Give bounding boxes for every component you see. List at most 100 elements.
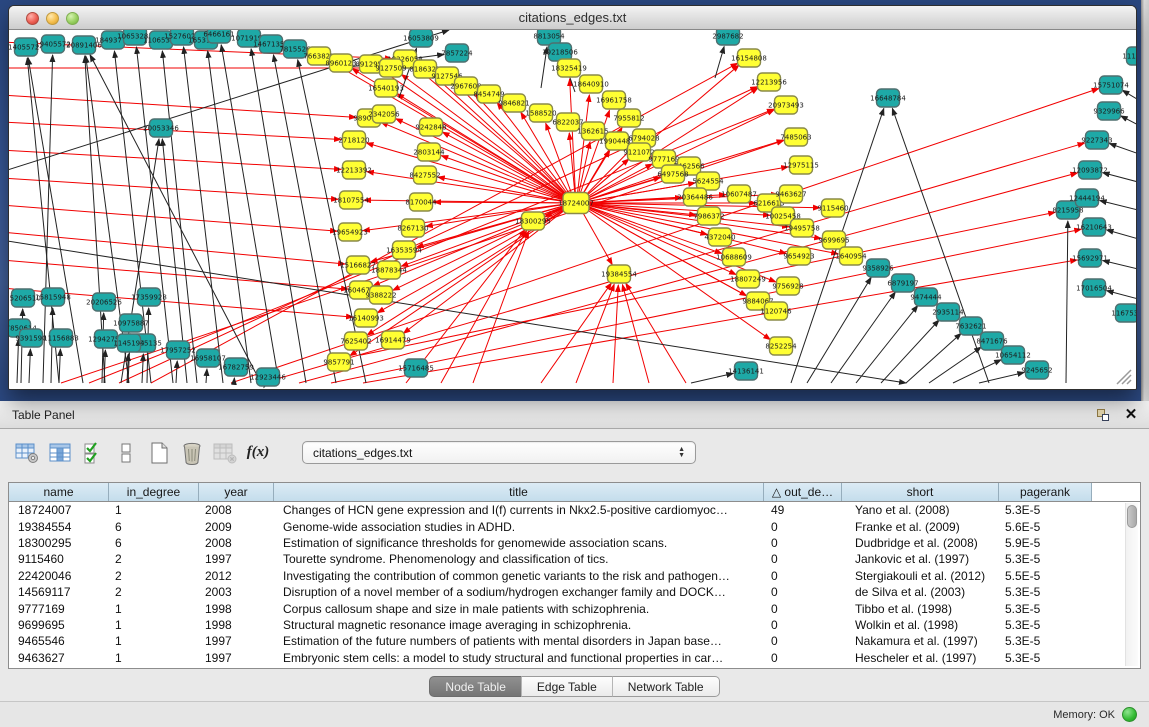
cell[interactable]: 2	[109, 585, 199, 599]
minimize-window-button[interactable]	[46, 12, 59, 25]
function-builder-button[interactable]: f(x)	[245, 440, 271, 466]
cell[interactable]: 0	[764, 618, 842, 632]
cell[interactable]: 2	[109, 552, 199, 566]
graph-edge[interactable]	[206, 369, 207, 383]
graph-edge[interactable]	[691, 373, 733, 383]
cell[interactable]: 9465546	[9, 634, 109, 648]
float-panel-button[interactable]	[1093, 406, 1113, 424]
graph-edge[interactable]	[613, 285, 618, 383]
cell[interactable]: 0	[764, 552, 842, 566]
cell[interactable]: Estimation of significance thresholds fo…	[274, 536, 764, 550]
table-mode-button[interactable]	[14, 440, 40, 466]
graph-edge[interactable]	[1109, 143, 1136, 155]
graph-edge[interactable]	[1100, 201, 1136, 211]
cell[interactable]: de Silva et al. (2003)	[842, 585, 999, 599]
graph-edge[interactable]	[331, 229, 1081, 383]
cell[interactable]: 5.6E-5	[999, 520, 1092, 534]
graph-edge[interactable]	[273, 55, 336, 383]
graph-edge[interactable]	[114, 51, 151, 383]
cell[interactable]: Jankovic et al. (1997)	[842, 552, 999, 566]
cell[interactable]: 9777169	[9, 602, 109, 616]
column-header-name[interactable]: name	[9, 483, 109, 501]
scrollbar-thumb[interactable]	[1127, 505, 1137, 528]
graph-edge[interactable]	[9, 205, 337, 231]
cell[interactable]: 2012	[199, 569, 274, 583]
cell[interactable]: 19384554	[9, 520, 109, 534]
cell[interactable]: Estimation of the future numbers of pati…	[274, 634, 764, 648]
table-row[interactable]: 2242004622012Investigating the contribut…	[9, 568, 1124, 584]
network-canvas[interactable]: 1405572419405572208914061849377010653287…	[9, 30, 1136, 389]
cell[interactable]: 6	[109, 520, 199, 534]
column-header-title[interactable]: title	[274, 483, 764, 501]
unselect-all-button[interactable]	[113, 440, 139, 466]
graph-edge[interactable]	[104, 350, 105, 383]
cell[interactable]: 1	[109, 634, 199, 648]
graph-edge[interactable]	[142, 354, 143, 383]
cell[interactable]: 1	[109, 602, 199, 616]
graph-edge[interactable]	[1066, 221, 1068, 383]
column-header-year[interactable]: year	[199, 483, 274, 501]
cell[interactable]: 18300295	[9, 536, 109, 550]
column-header-short[interactable]: short	[842, 483, 999, 501]
graph-edge[interactable]	[881, 320, 939, 383]
cell[interactable]: 5.3E-5	[999, 552, 1092, 566]
table-row[interactable]: 977716911998Corpus callosum shape and si…	[9, 600, 1124, 616]
table-row[interactable]: 1872400712008Changes of HCN gene express…	[9, 502, 1124, 518]
cell[interactable]: 1	[109, 618, 199, 632]
cell[interactable]: Stergiakouli et al. (2012)	[842, 569, 999, 583]
cell[interactable]: 2003	[199, 585, 274, 599]
cell[interactable]: Wolkin et al. (1998)	[842, 618, 999, 632]
cell[interactable]: 0	[764, 536, 842, 550]
cell[interactable]: 5.3E-5	[999, 503, 1092, 517]
graph-edge[interactable]	[831, 292, 895, 383]
column-header-in_degree[interactable]: in_degree	[109, 483, 199, 501]
cell[interactable]: Genome-wide association studies in ADHD.	[274, 520, 764, 534]
graph-edge[interactable]	[1121, 116, 1136, 127]
table-row[interactable]: 969969511998Structural magnetic resonanc…	[9, 617, 1124, 633]
graph-edge[interactable]	[892, 108, 989, 383]
cell[interactable]: Corpus callosum shape and size in male p…	[274, 602, 764, 616]
graph-edge[interactable]	[9, 260, 348, 289]
cell[interactable]: Tourette syndrome. Phenomenology and cla…	[274, 552, 764, 566]
cell[interactable]: 2008	[199, 536, 274, 550]
column-header-pagerank[interactable]: pagerank	[999, 483, 1092, 501]
tab-network-table[interactable]: Network Table	[612, 676, 720, 697]
cell[interactable]: 1997	[199, 634, 274, 648]
cell[interactable]: 0	[764, 569, 842, 583]
cell[interactable]: 9699695	[9, 618, 109, 632]
vertical-scrollbar[interactable]	[1125, 503, 1138, 666]
cell[interactable]: 6	[109, 536, 199, 550]
cell[interactable]: 1997	[199, 552, 274, 566]
cell[interactable]: 1998	[199, 602, 274, 616]
table-row[interactable]: 911546021997Tourette syndrome. Phenomeno…	[9, 551, 1124, 567]
cell[interactable]: 14569117	[9, 585, 109, 599]
cell[interactable]: 49	[764, 503, 842, 517]
cell[interactable]: Nakamura et al. (1997)	[842, 634, 999, 648]
cell[interactable]: Yano et al. (2008)	[842, 503, 999, 517]
cell[interactable]: 22420046	[9, 569, 109, 583]
graph-edge[interactable]	[184, 47, 223, 383]
graph-edge[interactable]	[570, 79, 576, 193]
graph-edge[interactable]	[929, 347, 981, 383]
graph-edge[interactable]	[578, 95, 590, 193]
cell[interactable]: Dudbridge et al. (2008)	[842, 536, 999, 550]
table-row[interactable]: 1456911722003Disruption of a novel membe…	[9, 584, 1124, 600]
tab-node-table[interactable]: Node Table	[429, 676, 522, 697]
graph-edge[interactable]	[176, 361, 177, 383]
cell[interactable]: 0	[764, 520, 842, 534]
table-row[interactable]: 946554611997Estimation of the future num…	[9, 633, 1124, 649]
cell[interactable]: 1998	[199, 618, 274, 632]
table-row[interactable]: 1830029562008Estimation of significance …	[9, 535, 1124, 551]
graph-edge[interactable]	[473, 231, 528, 383]
select-all-button[interactable]	[80, 440, 106, 466]
cell[interactable]: 5.5E-5	[999, 569, 1092, 583]
cell[interactable]: Franke et al. (2009)	[842, 520, 999, 534]
graph-edge[interactable]	[59, 349, 60, 383]
graph-edge[interactable]	[807, 277, 871, 383]
graph-edge[interactable]	[29, 349, 30, 383]
cell[interactable]: 2	[109, 569, 199, 583]
cell[interactable]: 0	[764, 634, 842, 648]
network-window-titlebar[interactable]: citations_edges.txt	[9, 6, 1136, 30]
cell[interactable]: 5.3E-5	[999, 634, 1092, 648]
graph-edge[interactable]	[1122, 90, 1136, 102]
